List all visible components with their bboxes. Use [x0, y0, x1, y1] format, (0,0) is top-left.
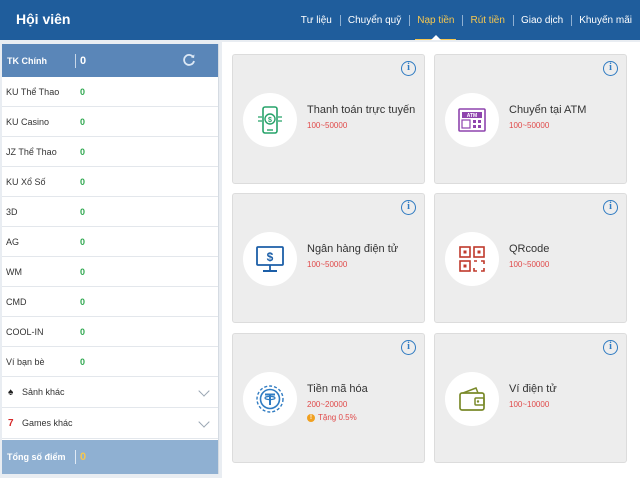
wallet-value: 0 — [80, 146, 86, 157]
nav-nap-tien-label: Nạp tiền — [417, 14, 455, 26]
wallet-value: 0 — [80, 296, 86, 307]
wallet-row: WM 0 — [2, 257, 218, 287]
lucky-seven-icon: 7 — [8, 417, 14, 429]
wallet-value: 0 — [80, 176, 86, 187]
wallet-row: AG 0 — [2, 227, 218, 257]
deposit-methods: i $ Thanh toán trực tuyến 100~50000 i AT… — [222, 42, 640, 478]
wallet-value: 0 — [80, 86, 86, 97]
wallet-label: JZ Thể Thao — [6, 146, 57, 157]
method-name: Tiền mã hóa — [307, 383, 368, 395]
mobile-payment-icon: $ — [243, 93, 297, 147]
wallet-label: COOL-IN — [6, 326, 44, 337]
nav-rut-tien[interactable]: Rút tiền — [462, 0, 512, 40]
wallet-value: 0 — [80, 326, 86, 337]
method-range: 100~10000 — [509, 400, 550, 409]
svg-text:$: $ — [267, 250, 274, 264]
wallet-label: Ví bạn bè — [6, 356, 45, 367]
nav-giao-dich[interactable]: Giao dịch — [512, 0, 571, 40]
card-online-payment[interactable]: i $ Thanh toán trực tuyến 100~50000 — [232, 54, 425, 184]
wallet-label: KU Thể Thao — [6, 86, 60, 97]
method-name: Chuyển tại ATM — [509, 104, 587, 116]
wallet-row: 3D 0 — [2, 197, 218, 227]
page-title: Hội viên — [16, 11, 71, 27]
wallet-label: KU Xổ Số — [6, 176, 46, 187]
bonus-text: Tặng 0.5% — [318, 413, 357, 422]
tether-coin-icon — [243, 372, 297, 426]
card-crypto[interactable]: i Tiền mã hóa 200~20000 ! Tặng 0.5% — [232, 333, 425, 463]
wallet-label: CMD — [6, 296, 27, 307]
wallet-label: KU Casino — [6, 116, 50, 127]
svg-text:$: $ — [268, 117, 272, 124]
total-points-label: Tổng số điểm — [7, 452, 66, 462]
card-e-banking[interactable]: i $ Ngân hàng điện tử 100~50000 — [232, 193, 425, 323]
wallet-label: WM — [6, 266, 22, 277]
main-account-row: TK Chính 0 — [2, 44, 218, 77]
method-name: Ngân hàng điện tử — [307, 243, 399, 255]
top-header: Hội viên Tư liệu Chuyển quỹ Nạp tiền Rút… — [0, 0, 640, 40]
method-range: 100~50000 — [509, 121, 550, 130]
method-name: Thanh toán trực tuyến — [307, 104, 416, 116]
total-points-row: Tổng số điểm 0 — [2, 440, 218, 474]
atm-icon: ATM — [445, 93, 499, 147]
info-icon[interactable]: i — [401, 340, 416, 355]
wallet-value: 0 — [80, 236, 86, 247]
method-range: 100~50000 — [307, 260, 348, 269]
wallet-row: KU Casino 0 — [2, 107, 218, 137]
spade-icon: ♠ — [8, 386, 14, 398]
wallet-row: Ví bạn bè 0 — [2, 347, 218, 377]
card-e-wallet[interactable]: i Ví điện tử 100~10000 — [434, 333, 627, 463]
wallet-value: 0 — [80, 116, 86, 127]
expander-label: Games khác — [22, 418, 73, 428]
info-icon[interactable]: i — [603, 200, 618, 215]
wallet-label: AG — [6, 236, 20, 247]
wallet-icon — [445, 372, 499, 426]
wallet-value: 0 — [80, 206, 86, 217]
method-name: QRcode — [509, 243, 550, 255]
wallet-row: CMD 0 — [2, 287, 218, 317]
method-range: 100~50000 — [509, 260, 550, 269]
total-points-value: 0 — [80, 451, 87, 463]
alert-icon: ! — [307, 413, 315, 422]
bonus-badge: ! Tặng 0.5% — [307, 413, 357, 422]
chevron-down-icon — [198, 385, 210, 397]
refresh-icon[interactable] — [182, 53, 196, 67]
method-range: 100~50000 — [307, 121, 348, 130]
monitor-dollar-icon: $ — [243, 232, 297, 286]
card-atm-transfer[interactable]: i ATM Chuyển tại ATM 100~50000 — [434, 54, 627, 184]
card-qrcode[interactable]: i QRcode 100~50000 — [434, 193, 627, 323]
nav-tu-lieu[interactable]: Tư liệu — [293, 0, 340, 40]
chevron-down-icon — [198, 416, 210, 428]
expander-label: Sảnh khác — [22, 387, 65, 397]
wallet-label: 3D — [6, 206, 18, 217]
main-account-label: TK Chính — [7, 55, 47, 66]
info-icon[interactable]: i — [401, 61, 416, 76]
svg-text:ATM: ATM — [467, 113, 477, 119]
nav-khuyen-mai[interactable]: Khuyến mãi — [571, 0, 640, 40]
expander-other-lobby[interactable]: ♠ Sảnh khác — [2, 377, 218, 408]
info-icon[interactable]: i — [603, 340, 618, 355]
qrcode-icon — [445, 232, 499, 286]
nav-chuyen-quy[interactable]: Chuyển quỹ — [339, 0, 409, 40]
wallet-value: 0 — [80, 266, 86, 277]
main-account-value: 0 — [80, 54, 87, 67]
balance-sidebar: TK Chính 0 KU Thể Thao 0 KU Casino 0 JZ Th… — [2, 44, 219, 474]
wallet-row: JZ Thể Thao 0 — [2, 137, 218, 167]
nav-nap-tien[interactable]: Nạp tiền — [409, 0, 462, 40]
info-icon[interactable]: i — [401, 200, 416, 215]
info-icon[interactable]: i — [603, 61, 618, 76]
expander-other-games[interactable]: 7 Games khác — [2, 408, 218, 439]
top-nav: Tư liệu Chuyển quỹ Nạp tiền Rút tiền Gia… — [293, 0, 640, 40]
wallet-row: COOL-IN 0 — [2, 317, 218, 347]
method-name: Ví điện tử — [509, 383, 557, 395]
wallet-value: 0 — [80, 356, 86, 367]
method-range: 200~20000 — [307, 400, 348, 409]
wallet-row: KU Thể Thao 0 — [2, 77, 218, 107]
wallet-row: KU Xổ Số 0 — [2, 167, 218, 197]
